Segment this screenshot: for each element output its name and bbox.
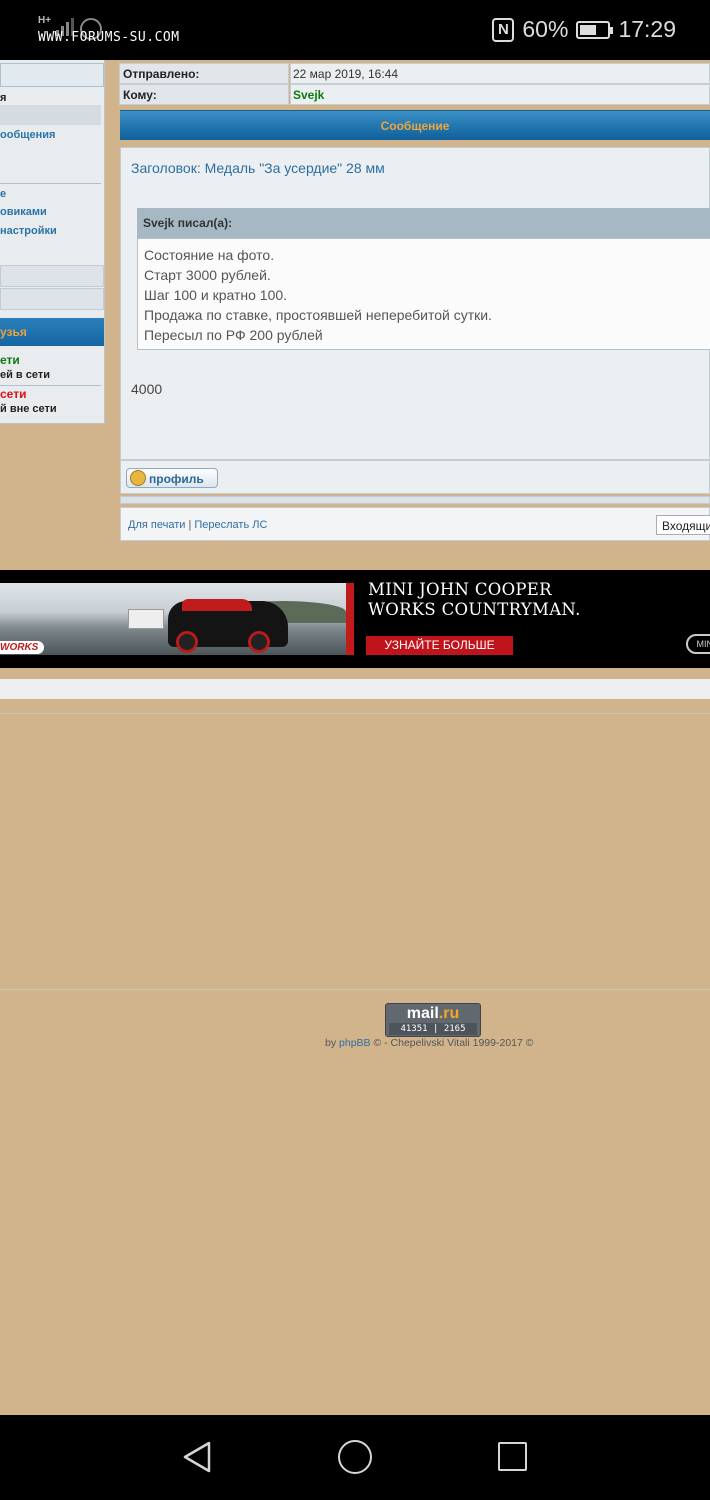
link-separator: | <box>188 519 192 531</box>
sidebar-divider-2 <box>0 385 101 386</box>
car-roof <box>182 599 252 611</box>
friends-online: ети <box>0 353 20 367</box>
sidebar-item-profile[interactable]: я <box>0 92 6 104</box>
sidebar-item-messages[interactable]: ообщения <box>0 129 55 141</box>
reply-text: 4000 <box>131 381 163 397</box>
ad-red-bar <box>346 583 354 655</box>
mini-logo: MINI <box>686 634 710 654</box>
quote-line: Состояние на фото. <box>144 247 275 263</box>
phpbb-link[interactable]: phpBB <box>339 1037 371 1049</box>
sidebar-item-e[interactable]: е <box>0 188 6 200</box>
forward-link[interactable]: Переслать ЛС <box>194 519 267 531</box>
sidebar-header <box>0 63 104 87</box>
quote-author: Svejk писал(а): <box>137 208 710 238</box>
folder-select[interactable]: Входящие <box>656 515 710 535</box>
mailru-counter[interactable]: mail.ru 41351 | 2165 <box>385 1003 481 1037</box>
sidebar: я ообщения е овиками настройки узья ети … <box>0 60 105 424</box>
friends-header: узья <box>0 318 104 346</box>
battery-fill <box>580 24 597 35</box>
counter-num1: 41351 <box>400 1024 428 1034</box>
ad-photo: WORKS <box>0 583 346 655</box>
to-label: Кому: <box>119 84 289 105</box>
sent-value: 22 мар 2019, 16:44 <box>290 63 710 84</box>
quote-box: Состояние на фото. Старт 3000 рублей. Ша… <box>137 238 710 350</box>
friends-online-sub: ей в сети <box>0 369 50 381</box>
profile-row: профиль <box>120 460 710 494</box>
back-icon[interactable] <box>182 1441 212 1473</box>
profile-button[interactable]: профиль <box>126 468 218 488</box>
sidebar-item-contacts[interactable]: овиками <box>0 206 47 218</box>
profile-button-label: профиль <box>149 472 204 486</box>
user-icon <box>130 470 146 486</box>
quote-line: Шаг 100 и кратно 100. <box>144 287 288 303</box>
ad-title: MINI JOHN COOPER WORKS COUNTRYMAN. <box>368 580 581 620</box>
credits-rest: © - Chepelivski Vitali 1999-2017 © <box>373 1037 534 1049</box>
counter-brand: mail.ru <box>386 1004 480 1023</box>
home-icon[interactable] <box>338 1440 372 1474</box>
light-strip <box>0 679 710 699</box>
message-subject: Заголовок: Медаль "За усердие" 28 мм <box>131 160 385 176</box>
message-section-title: Сообщение <box>120 110 710 140</box>
divider-line <box>0 713 710 714</box>
quote-line: Пересыл по РФ 200 рублей <box>144 327 323 343</box>
sidebar-item-settings[interactable]: настройки <box>0 225 57 237</box>
battery-icon <box>576 20 614 39</box>
counter-brand-mail: mail <box>406 1005 439 1022</box>
status-bar: H+ WWW.FORUMS-SU.COM N 60% 17:29 <box>0 0 710 60</box>
watermark: WWW.FORUMS-SU.COM <box>38 30 180 45</box>
message-body: Заголовок: Медаль "За усердие" 28 мм Sve… <box>120 147 710 460</box>
sent-row: Отправлено: 22 мар 2019, 16:44 <box>119 63 710 84</box>
ad-banner[interactable]: WORKS MINI JOHN COOPER WORKS COUNTRYMAN.… <box>0 570 710 668</box>
nfc-icon: N <box>492 17 515 42</box>
sidebar-divider <box>0 183 101 184</box>
car-wheel <box>176 631 198 653</box>
print-link[interactable]: Для печати <box>128 519 185 531</box>
car-image <box>168 599 288 653</box>
to-username-link[interactable]: Svejk <box>290 84 710 105</box>
ad-title-line: WORKS COUNTRYMAN. <box>368 600 581 619</box>
friends-offline: сети <box>0 387 27 401</box>
sidebar-selected-row[interactable] <box>0 105 101 125</box>
quote-line: Старт 3000 рублей. <box>144 267 271 283</box>
counter-brand-ru: .ru <box>438 1005 460 1022</box>
divider-bar <box>120 496 710 504</box>
recents-icon[interactable] <box>498 1442 527 1471</box>
car-wheel <box>248 631 270 653</box>
ad-building <box>128 609 164 629</box>
divider-line <box>0 989 710 990</box>
counter-num2: 2165 <box>443 1024 466 1034</box>
clock: 17:29 <box>618 16 676 42</box>
ad-cta-button[interactable]: УЗНАЙТЕ БОЛЬШЕ <box>366 636 513 655</box>
footer-links: Для печати | Переслать ЛС Входящие <box>120 507 710 541</box>
status-right: N 60% 17:29 <box>492 16 676 43</box>
sidebar-bar-1 <box>0 265 104 287</box>
sidebar-bar-2 <box>0 288 104 310</box>
quote-line: Продажа по ставке, простоявшей неперебит… <box>144 307 492 323</box>
message-panel: Отправлено: 22 мар 2019, 16:44 Кому: Sve… <box>119 60 710 541</box>
counter-numbers: 41351 | 2165 <box>389 1023 477 1035</box>
sent-label: Отправлено: <box>119 63 289 84</box>
ad-title-line: MINI JOHN COOPER <box>368 580 552 599</box>
credits-by: by <box>325 1037 337 1049</box>
friends-offline-sub: й вне сети <box>0 403 57 415</box>
network-type: H+ <box>38 15 52 26</box>
works-badge: WORKS <box>0 641 45 654</box>
credits: by phpBB © - Chepelivski Vitali 1999-201… <box>325 1037 534 1049</box>
battery-percent: 60% <box>522 16 569 42</box>
to-row: Кому: Svejk <box>119 84 710 105</box>
